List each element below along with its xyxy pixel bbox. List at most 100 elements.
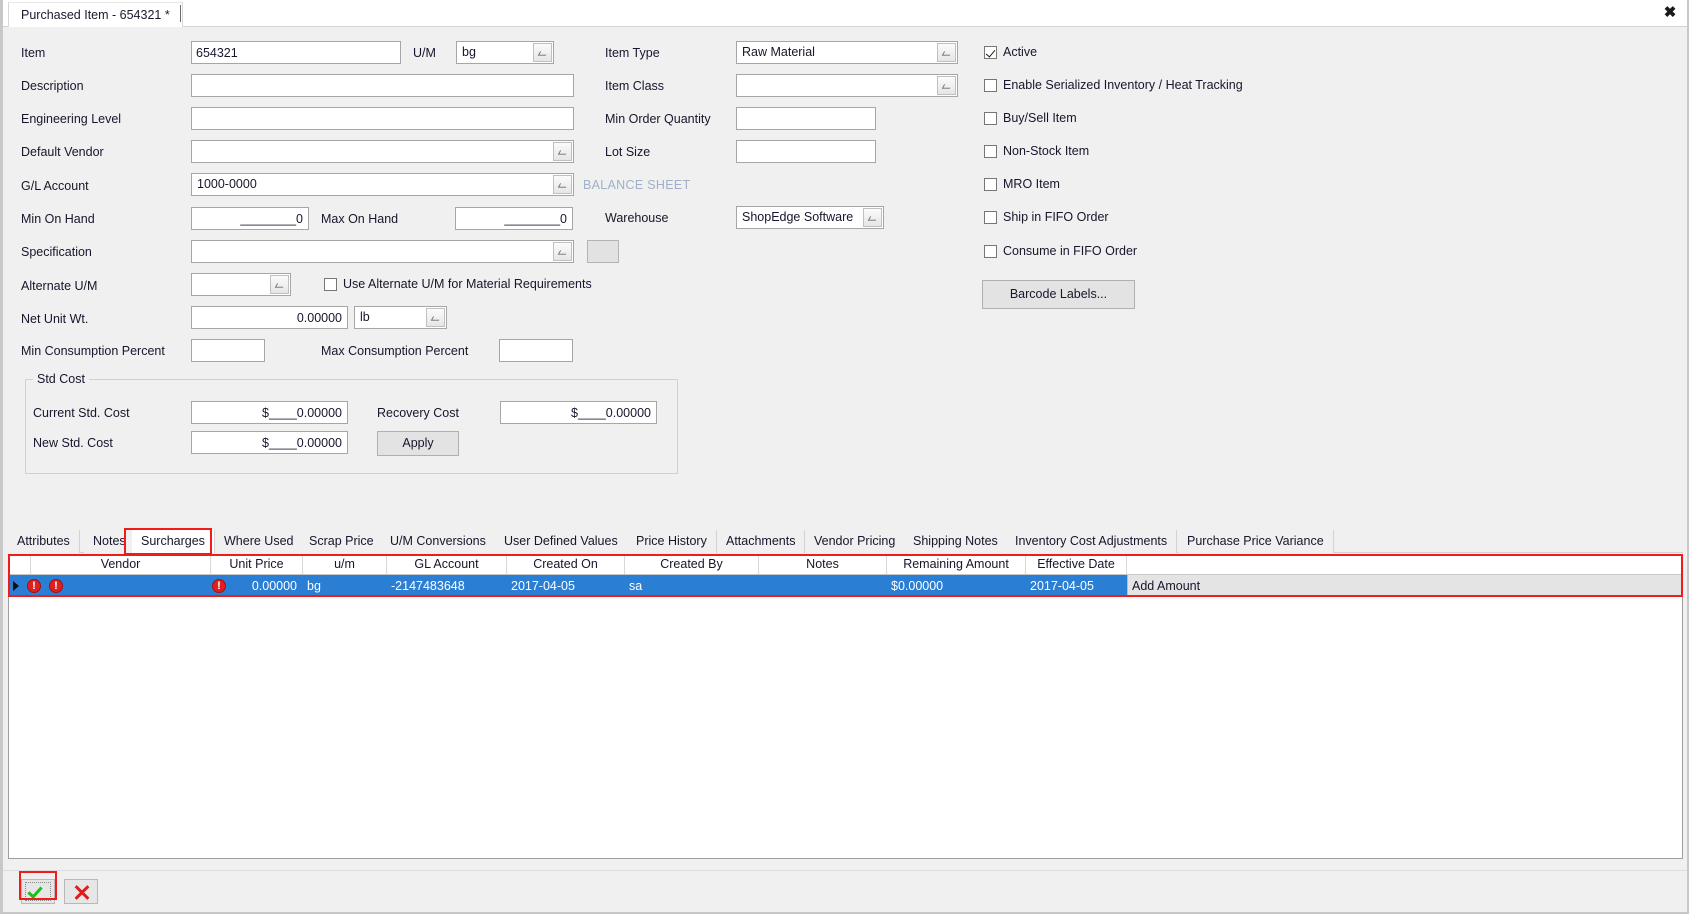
label-min-consumption-percent: Min Consumption Percent (21, 344, 165, 358)
current-std-cost-input[interactable] (191, 401, 348, 424)
cell-created-by[interactable]: sa (625, 575, 759, 597)
item-type-combo[interactable]: Raw Material (736, 41, 958, 64)
grid-header-created-by[interactable]: Created By (625, 555, 759, 574)
max-consumption-percent-input[interactable] (499, 339, 573, 362)
new-std-cost-input[interactable] (191, 431, 348, 454)
grid-header-remaining-amount[interactable]: Remaining Amount (887, 555, 1026, 574)
chevron-down-icon[interactable] (937, 76, 956, 95)
engineering-level-input[interactable] (191, 107, 574, 130)
grid-header-gl-account[interactable]: GL Account (387, 555, 507, 574)
checkbox-box (984, 245, 997, 258)
chevron-down-icon[interactable] (937, 43, 956, 62)
chevron-down-icon[interactable] (553, 242, 572, 261)
close-icon[interactable]: ✖ (1659, 3, 1681, 23)
gl-account-combo[interactable]: 1000-0000 (191, 173, 574, 196)
cell-add-amount[interactable]: Add Amount (1127, 575, 1682, 597)
checkbox-box (984, 79, 997, 92)
label-alternate-um: Alternate U/M (21, 279, 98, 293)
grid-header-created-on[interactable]: Created On (507, 555, 625, 574)
accept-button[interactable] (21, 879, 55, 904)
label-lot-size: Lot Size (605, 145, 651, 159)
cell-unit-price[interactable]: 0.00000 (229, 575, 301, 597)
alternate-um-combo[interactable] (191, 273, 291, 296)
warehouse-combo[interactable]: ShopEdge Software (736, 206, 884, 229)
checkbox-box (984, 145, 997, 158)
tab-price-history[interactable]: Price History (627, 530, 717, 553)
cell-notes[interactable] (759, 575, 887, 597)
cell-effective-date[interactable]: 2017-04-05 (1026, 575, 1127, 597)
tab-attachments[interactable]: Attachments (717, 530, 806, 553)
recovery-cost-input[interactable] (500, 401, 657, 424)
chevron-down-icon[interactable] (533, 43, 552, 62)
surcharges-grid[interactable]: Vendor Unit Price u/m GL Account Created… (8, 554, 1683, 859)
tab-purchase-price-variance[interactable]: Purchase Price Variance (1178, 530, 1334, 553)
um-combo-value: bg (462, 45, 476, 59)
um-combo[interactable]: bg (456, 41, 554, 64)
default-vendor-combo[interactable] (191, 140, 574, 163)
label-recovery-cost: Recovery Cost (377, 406, 459, 420)
tab-notes[interactable]: Notes (84, 530, 136, 553)
tab-inventory-cost-adjustments[interactable]: Inventory Cost Adjustments (1006, 530, 1178, 553)
grid-header-unit-price[interactable]: Unit Price (211, 555, 303, 574)
detail-tabs: Attributes Notes Surcharges Where Used S… (8, 530, 1683, 553)
label-max-consumption-percent: Max Consumption Percent (321, 344, 469, 358)
tab-um-conversions[interactable]: U/M Conversions (381, 530, 496, 553)
tab-attributes[interactable]: Attributes (8, 530, 80, 553)
description-input[interactable] (191, 74, 574, 97)
min-order-quantity-input[interactable] (736, 107, 876, 130)
label-description: Description (21, 79, 84, 93)
document-tab[interactable]: Purchased Item - 654321 * (8, 2, 183, 27)
label-item-class: Item Class (605, 79, 665, 93)
grid-header-row-indicator (9, 555, 31, 574)
barcode-labels-button[interactable]: Barcode Labels... (982, 280, 1135, 309)
tab-shipping-notes[interactable]: Shipping Notes (904, 530, 1008, 553)
chevron-down-icon[interactable] (553, 142, 572, 161)
tab-where-used[interactable]: Where Used (215, 530, 304, 553)
gl-account-value: 1000-0000 (197, 177, 257, 191)
label-item: Item (21, 46, 46, 60)
max-on-hand-input[interactable] (455, 207, 573, 230)
net-unit-wt-input[interactable] (191, 306, 348, 329)
grid-header-um[interactable]: u/m (303, 555, 387, 574)
cell-gl-account[interactable]: -2147483648 (387, 575, 507, 597)
chevron-down-icon[interactable] (426, 308, 445, 327)
row-selector-icon (13, 581, 19, 591)
bottom-toolbar (3, 870, 1687, 912)
grid-header-row: Vendor Unit Price u/m GL Account Created… (9, 555, 1682, 575)
cancel-button[interactable] (64, 879, 98, 904)
cell-created-on[interactable]: 2017-04-05 (507, 575, 625, 597)
cell-remaining-amount[interactable]: $0.00000 (887, 575, 1026, 597)
error-icon (27, 579, 41, 593)
tab-scrap-price[interactable]: Scrap Price (300, 530, 384, 553)
chevron-down-icon[interactable] (270, 275, 289, 294)
cell-um[interactable]: bg (303, 575, 387, 597)
purchased-item-window: Purchased Item - 654321 * ✖ Item Descrip… (0, 0, 1689, 914)
table-row[interactable]: 0.00000 bg -2147483648 2017-04-05 sa $0.… (9, 575, 1682, 597)
label-current-std-cost: Current Std. Cost (33, 406, 130, 420)
min-consumption-percent-input[interactable] (191, 339, 265, 362)
std-cost-group (25, 379, 678, 474)
grid-header-vendor[interactable]: Vendor (31, 555, 211, 574)
tab-surcharges[interactable]: Surcharges (132, 530, 215, 553)
text-caret (180, 5, 181, 22)
min-on-hand-input[interactable] (191, 207, 309, 230)
grid-header-effective-date[interactable]: Effective Date (1026, 555, 1127, 574)
specification-combo[interactable] (191, 240, 574, 263)
label-default-vendor: Default Vendor (21, 145, 104, 159)
chevron-down-icon[interactable] (553, 175, 572, 194)
tab-vendor-pricing[interactable]: Vendor Pricing (805, 530, 906, 553)
item-class-combo[interactable] (736, 74, 958, 97)
specification-browse-button[interactable] (587, 240, 619, 263)
tab-user-defined-values[interactable]: User Defined Values (495, 530, 628, 553)
label-max-on-hand: Max On Hand (321, 212, 399, 226)
checkbox-box (984, 46, 997, 59)
net-unit-wt-um-combo[interactable]: lb (354, 306, 447, 329)
item-input[interactable] (191, 41, 401, 64)
grid-header-notes[interactable]: Notes (759, 555, 887, 574)
cell-vendor[interactable] (67, 575, 209, 597)
chevron-down-icon[interactable] (863, 208, 882, 227)
apply-button[interactable]: Apply (377, 431, 459, 456)
lot-size-input[interactable] (736, 140, 876, 163)
error-icon (212, 579, 226, 593)
item-form: Item Description Engineering Level Defau… (3, 27, 1687, 497)
